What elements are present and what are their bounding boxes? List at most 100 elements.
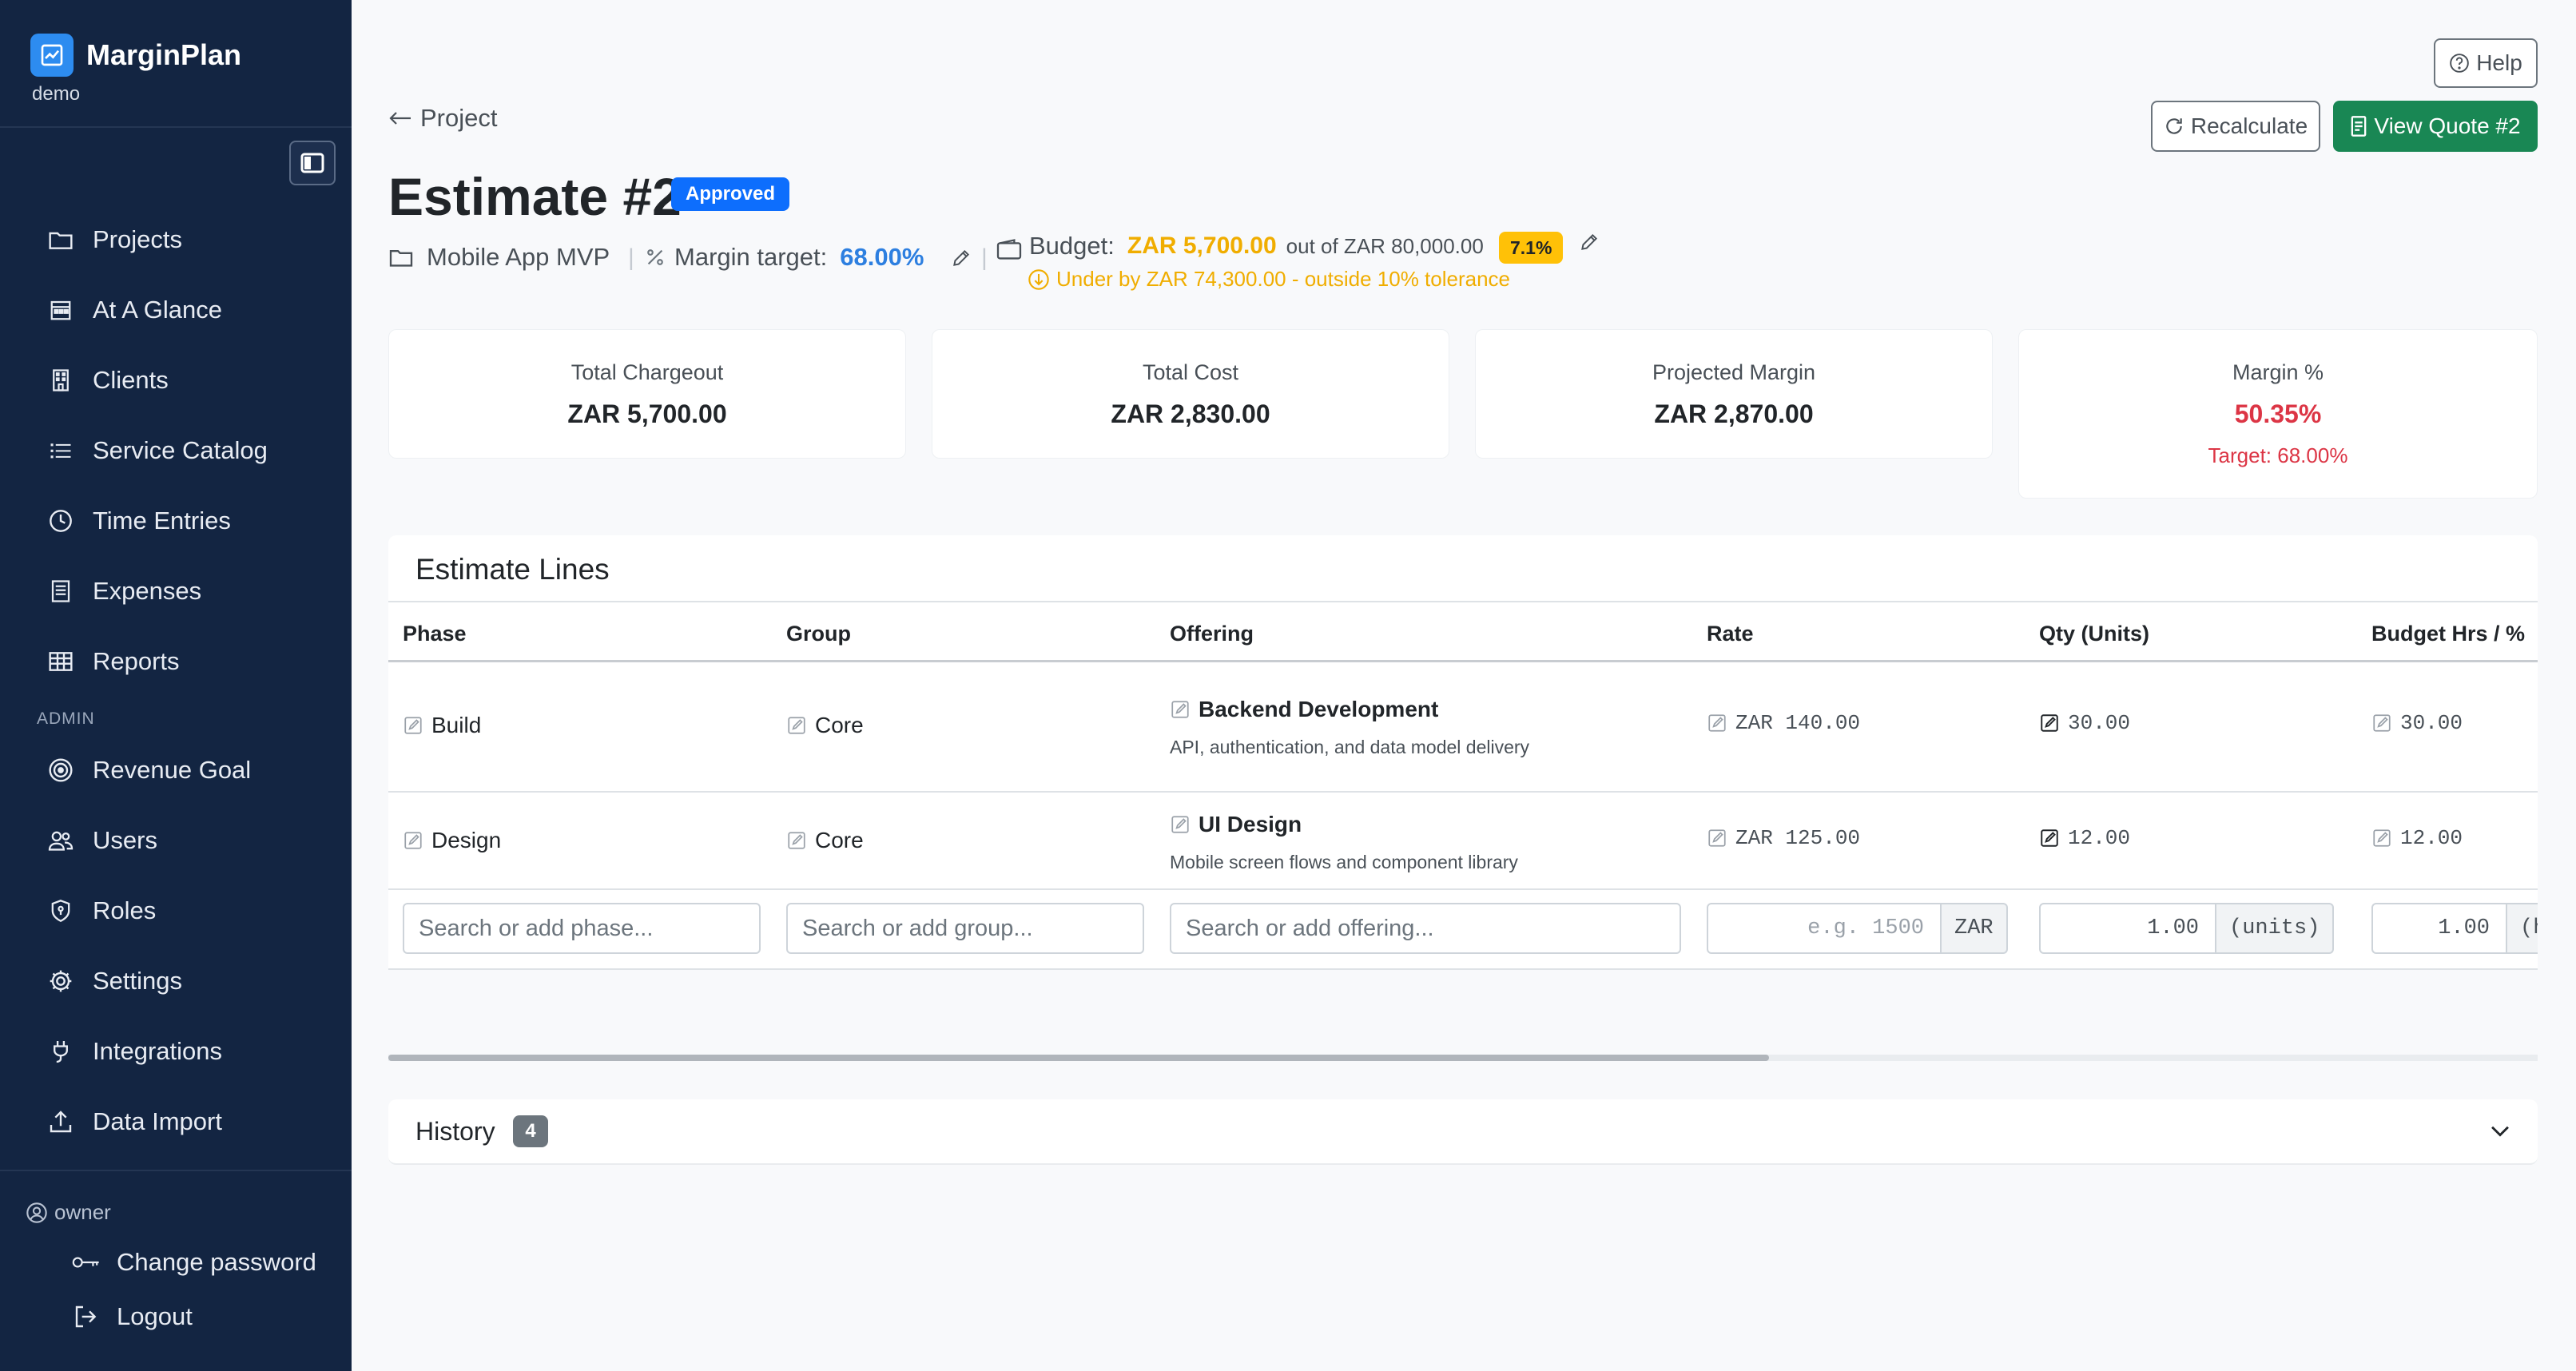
row-phase-cell[interactable]: Build — [403, 713, 481, 738]
table-icon — [45, 646, 77, 678]
page-title: Estimate #2 — [388, 167, 682, 226]
history-panel[interactable]: History 4 — [388, 1099, 2538, 1165]
stat-value: ZAR 2,830.00 — [1111, 399, 1270, 428]
table-scrollbar-thumb[interactable] — [388, 1055, 1769, 1061]
offering-search-input[interactable]: Search or add offering... — [1170, 903, 1681, 954]
hours-input[interactable]: 1.00 — [2371, 903, 2507, 954]
sidebar-item-label: Integrations — [93, 1037, 222, 1065]
project-name[interactable]: Mobile App MVP — [388, 243, 610, 272]
sidebar-item-expenses[interactable]: Expenses — [45, 567, 201, 615]
folder-icon — [45, 224, 77, 256]
row-divider — [388, 791, 2538, 793]
row-rate-cell[interactable]: ZAR 140.00 — [1707, 711, 1860, 735]
row-offering-cell[interactable]: UI Design — [1170, 812, 1302, 837]
sidebar: MarginPlan demo Projects At A Glance Cli… — [0, 0, 352, 1371]
view-quote-button[interactable]: View Quote #2 — [2333, 101, 2538, 152]
chart-line-icon — [30, 34, 74, 77]
budget-percent-badge: 7.1% — [1499, 232, 1564, 264]
help-button[interactable]: Help — [2434, 38, 2538, 88]
recalculate-label: Recalculate — [2190, 113, 2308, 138]
logout-link[interactable]: Logout — [70, 1297, 193, 1337]
row-qty-cell[interactable]: 30.00 — [2039, 711, 2130, 735]
sidebar-item-label: Users — [93, 826, 157, 854]
hours-value: 30.00 — [2400, 711, 2463, 735]
change-password-label: Change password — [117, 1248, 316, 1276]
row-group-cell[interactable]: Core — [786, 828, 864, 853]
column-header-phase[interactable]: Phase — [403, 622, 467, 646]
meta-separator: | — [981, 244, 988, 271]
edit-icon — [2371, 828, 2392, 848]
building-icon — [45, 364, 77, 396]
row-rate-cell[interactable]: ZAR 125.00 — [1707, 826, 1860, 850]
sidebar-item-clients[interactable]: Clients — [45, 356, 169, 404]
sidebar-item-time-entries[interactable]: Time Entries — [45, 497, 231, 545]
phase-search-input[interactable]: Search or add phase... — [403, 903, 761, 954]
budget-value: ZAR 5,700.00 — [1127, 232, 1277, 259]
arrow-left-icon — [388, 110, 412, 126]
edit-icon — [1707, 828, 1727, 848]
tolerance-text: Under by ZAR 74,300.00 - outside 10% tol… — [1056, 267, 1511, 291]
edit-budget-icon[interactable] — [1579, 232, 1600, 256]
stat-label: Total Chargeout — [570, 360, 724, 384]
edit-icon — [786, 715, 807, 736]
rate-value: ZAR 140.00 — [1735, 711, 1861, 735]
help-label: Help — [2476, 50, 2522, 75]
admin-section-label: ADMIN — [37, 709, 95, 728]
question-circle-icon — [2449, 53, 2470, 74]
phase-value: Design — [431, 828, 502, 852]
column-header-budget-hours[interactable]: Budget Hrs / % — [2371, 622, 2525, 646]
back-to-project-link[interactable]: Project — [388, 104, 497, 133]
budget-out-of: out of ZAR 80,000.00 — [1286, 233, 1484, 258]
rate-input-group: e.g. 1500 ZAR — [1707, 903, 2008, 954]
rate-currency-addon: ZAR — [1942, 903, 2008, 954]
margin-target-label: Margin target: — [674, 243, 828, 271]
sidebar-item-roles[interactable]: Roles — [45, 887, 156, 935]
stat-value: ZAR 5,700.00 — [567, 399, 727, 428]
stat-label: Total Cost — [1142, 360, 1239, 384]
sidebar-item-settings[interactable]: Settings — [45, 957, 182, 1005]
column-header-qty[interactable]: Qty (Units) — [2039, 622, 2149, 646]
edit-margin-icon[interactable] — [951, 248, 972, 272]
row-phase-cell[interactable]: Design — [403, 828, 501, 853]
wallet-icon — [996, 238, 1023, 264]
calendar-icon — [45, 294, 77, 326]
row-hours-cell[interactable]: 12.00 — [2371, 826, 2463, 850]
row-offering-cell[interactable]: Backend Development — [1170, 697, 1438, 722]
edit-icon — [2039, 713, 2060, 733]
sidebar-item-label: Time Entries — [93, 507, 231, 534]
row-group-cell[interactable]: Core — [786, 713, 864, 738]
sidebar-item-service-catalog[interactable]: Service Catalog — [45, 427, 268, 475]
edit-icon — [403, 830, 423, 851]
sidebar-item-integrations[interactable]: Integrations — [45, 1027, 222, 1075]
stat-label: Margin % — [2232, 360, 2324, 384]
row-hours-cell[interactable]: 30.00 — [2371, 711, 2463, 735]
column-header-group[interactable]: Group — [786, 622, 851, 646]
stat-margin-percent: Margin % 50.35% Target: 68.00% — [2018, 329, 2538, 499]
rate-input[interactable]: e.g. 1500 — [1707, 903, 1942, 954]
list-icon — [45, 435, 77, 467]
status-badge: Approved — [671, 177, 790, 211]
column-header-rate[interactable]: Rate — [1707, 622, 1754, 646]
sidebar-item-revenue-goal[interactable]: Revenue Goal — [45, 746, 251, 794]
row-qty-cell[interactable]: 12.00 — [2039, 826, 2130, 850]
sidebar-item-projects[interactable]: Projects — [45, 216, 182, 264]
sidebar-toggle-icon — [300, 153, 324, 173]
sidebar-toggle-button[interactable] — [289, 141, 336, 185]
budget-summary: Budget: ZAR 5,700.00 out of ZAR 80,000.0… — [1029, 232, 1484, 260]
history-title: History — [415, 1117, 495, 1146]
group-search-input[interactable]: Search or add group... — [786, 903, 1144, 954]
chevron-down-icon[interactable] — [2487, 1117, 2514, 1148]
qty-input[interactable]: 1.00 — [2039, 903, 2216, 954]
group-value: Core — [815, 713, 864, 737]
column-header-offering[interactable]: Offering — [1170, 622, 1254, 646]
sidebar-item-reports[interactable]: Reports — [45, 638, 180, 686]
sidebar-divider — [0, 126, 352, 128]
hours-value: 12.00 — [2400, 826, 2463, 850]
sidebar-item-at-a-glance[interactable]: At A Glance — [45, 286, 222, 334]
stat-label: Projected Margin — [1652, 360, 1816, 384]
sidebar-item-users[interactable]: Users — [45, 817, 157, 864]
recalculate-button[interactable]: Recalculate — [2151, 101, 2320, 152]
brand[interactable]: MarginPlan — [30, 34, 241, 77]
change-password-link[interactable]: Change password — [70, 1242, 316, 1282]
sidebar-item-data-import[interactable]: Data Import — [45, 1098, 222, 1146]
